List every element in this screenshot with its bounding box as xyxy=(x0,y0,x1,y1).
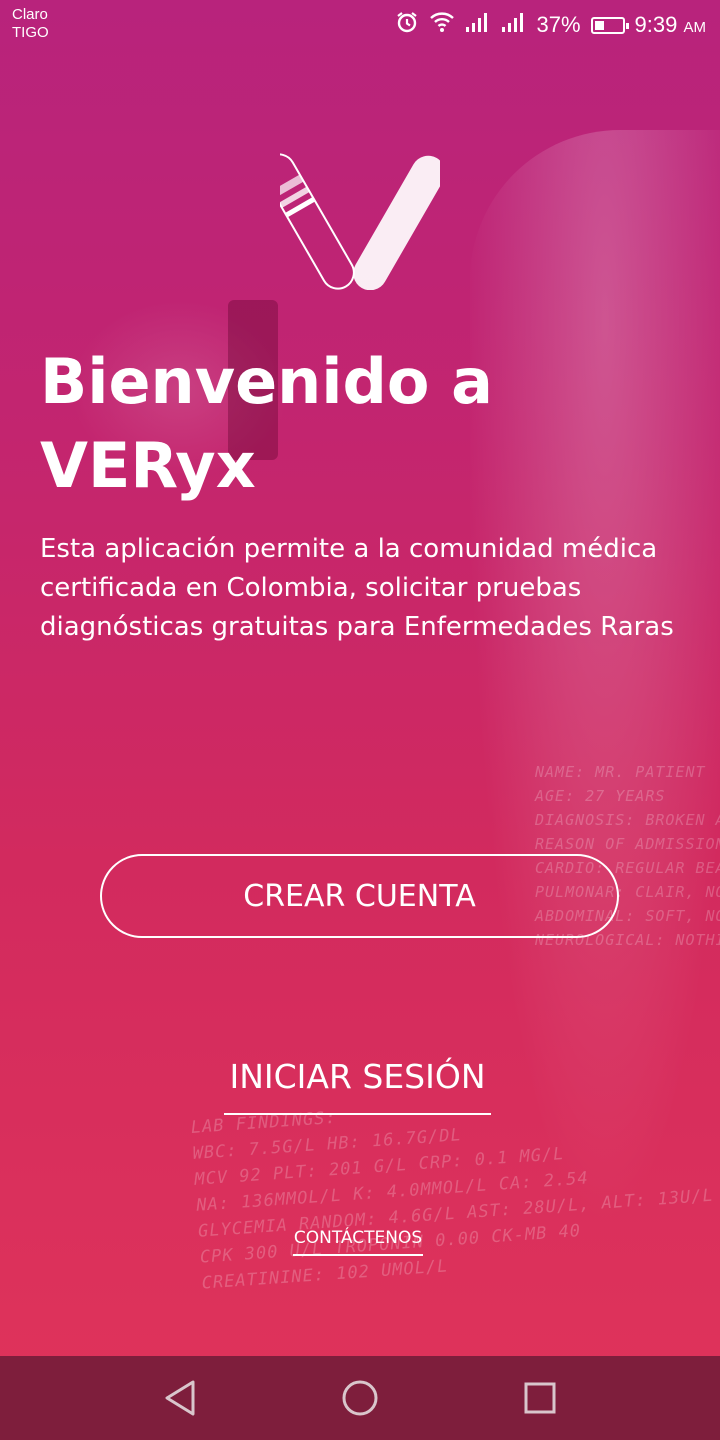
clock: 9:39 AM xyxy=(635,12,706,38)
veryx-logo xyxy=(261,145,446,291)
hud-line: AGE: 27 YEARS xyxy=(535,787,666,805)
alarm-icon xyxy=(395,10,419,40)
create-account-label: CREAR CUENTA xyxy=(243,878,476,914)
welcome-title: Bienvenido a VERyx xyxy=(40,340,680,508)
hud-line: REASON OF ADMISSION xyxy=(535,835,720,853)
wifi-icon xyxy=(429,11,455,39)
hud-line: DIAGNOSIS: BROKEN A xyxy=(535,811,720,829)
carrier-name: TIGO xyxy=(12,24,49,41)
clock-suffix: AM xyxy=(683,19,707,36)
hud-line: NAME: MR. PATIENT xyxy=(535,763,706,781)
carrier-info: Claro TIGO xyxy=(12,6,49,42)
welcome-title-line: Bienvenido a xyxy=(40,345,493,418)
clock-time: 9:39 xyxy=(634,12,678,37)
signal-icon xyxy=(465,11,491,39)
welcome-description: Esta aplicación permite a la comunidad m… xyxy=(40,534,674,642)
app-name: VERyx xyxy=(40,429,256,502)
system-navigation-bar xyxy=(0,1356,720,1440)
login-button[interactable]: INICIAR SESIÓN xyxy=(224,1055,491,1115)
welcome-screen: NAME: MR. PATIENT AGE: 27 YEARS DIAGNOSI… xyxy=(0,0,720,1440)
battery-level xyxy=(594,20,605,30)
create-account-button[interactable]: CREAR CUENTA xyxy=(100,854,619,938)
home-icon[interactable] xyxy=(340,1378,380,1418)
battery-percent: 37% xyxy=(536,12,581,37)
status-bar: Claro TIGO 37% 9:39 AM xyxy=(0,0,720,50)
signal-icon xyxy=(501,11,527,39)
back-icon[interactable] xyxy=(160,1378,200,1418)
carrier-name: Claro xyxy=(12,6,48,23)
status-icons: 37% 9:39 AM xyxy=(395,10,706,40)
battery-icon xyxy=(590,16,629,34)
contact-link[interactable]: CONTÁCTENOS xyxy=(293,1226,423,1256)
recents-icon[interactable] xyxy=(520,1378,560,1418)
